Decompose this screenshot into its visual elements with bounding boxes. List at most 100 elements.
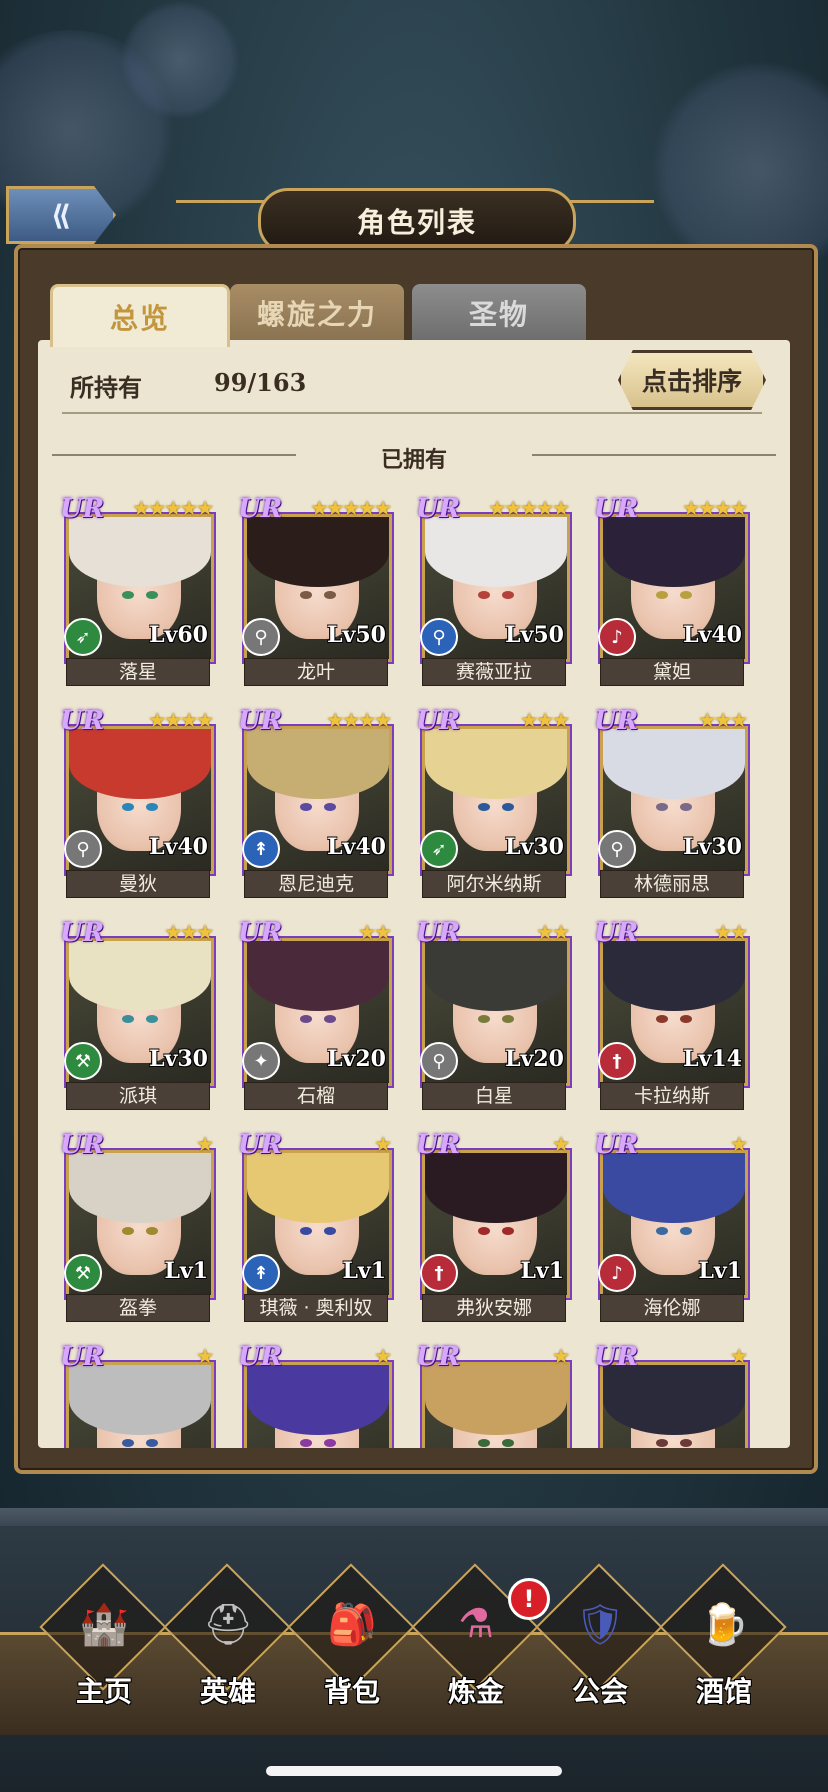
star-rating: ★★★★ <box>682 496 748 520</box>
hero-card[interactable]: UR ★★★ ➶ Lv30 阿尔米纳斯 <box>416 706 570 900</box>
alchemy-alert-badge: ! <box>508 1578 550 1620</box>
hero-level: Lv14 <box>683 1046 742 1072</box>
rarity-label: UR <box>416 1342 461 1372</box>
hero-card[interactable]: UR ★ ♪ Lv1 海伦娜 <box>594 1130 748 1324</box>
hero-card[interactable]: UR ★ <box>416 1342 570 1448</box>
rarity-label: UR <box>416 706 461 736</box>
hero-card[interactable]: UR ★ † Lv1 弗狄安娜 <box>416 1130 570 1324</box>
hero-card[interactable]: UR ★★★★ ⚲ Lv40 曼狄 <box>60 706 214 900</box>
back-arrow-icon: ⟪ <box>50 198 72 232</box>
tab-label: 螺旋之力 <box>256 298 377 331</box>
tab-relics[interactable]: 圣物 <box>412 284 586 342</box>
star-rating: ★★★ <box>698 708 748 732</box>
tab-spiral-power[interactable]: 螺旋之力 <box>230 284 404 342</box>
rarity-label: UR <box>238 706 283 736</box>
tab-overview[interactable]: 总览 <box>50 284 230 347</box>
hero-eye <box>501 1439 514 1447</box>
nav-label: 炼金 <box>447 1675 504 1708</box>
beer-icon: 🍺 <box>699 1601 749 1648</box>
hero-eye <box>478 591 491 599</box>
hero-eye <box>122 1227 135 1235</box>
hero-card[interactable]: UR ★★★★ ↟ Lv40 恩尼迪克 <box>238 706 392 900</box>
hero-card[interactable]: UR ★★★★ ♪ Lv40 黛妲 <box>594 494 748 688</box>
hero-card[interactable]: UR ★ ⚒ Lv1 盔拳 <box>60 1130 214 1324</box>
nav-item-shield[interactable]: 🛡 公会 <box>535 1563 663 1710</box>
hero-card[interactable]: UR ★★★★★ ⚲ Lv50 龙叶 <box>238 494 392 688</box>
hero-card[interactable]: UR ★ <box>60 1342 214 1448</box>
hero-hair <box>69 1365 211 1435</box>
hero-eye <box>145 1227 158 1235</box>
hero-level: Lv1 <box>342 1258 386 1284</box>
nav-item-helmet[interactable]: ⛑ 英雄 <box>163 1563 291 1710</box>
hero-portrait <box>600 1362 748 1448</box>
hero-portrait <box>422 1362 570 1448</box>
gun-icon: ✦ <box>242 1042 280 1080</box>
rarity-label: UR <box>60 1342 105 1372</box>
rarity-label: UR <box>416 494 461 524</box>
star-rating: ★★★★★ <box>310 496 392 520</box>
bow-icon: ➶ <box>420 830 458 868</box>
hero-eye <box>323 803 336 811</box>
hero-card[interactable]: UR ★★★ ⚒ Lv30 派琪 <box>60 918 214 1112</box>
tab-label: 圣物 <box>468 298 529 331</box>
hero-card[interactable]: UR ★ <box>594 1342 748 1448</box>
rarity-label: UR <box>416 1130 461 1160</box>
hero-name: 派琪 <box>66 1082 210 1110</box>
hero-eye <box>656 803 669 811</box>
hero-hair <box>69 729 211 799</box>
hero-card[interactable]: UR ★★★ ⚲ Lv30 林德丽思 <box>594 706 748 900</box>
hero-eye <box>656 591 669 599</box>
star-rating: ★ <box>374 1344 392 1368</box>
hero-hair <box>69 517 211 587</box>
hero-eye <box>501 803 514 811</box>
hero-eye <box>478 1015 491 1023</box>
hero-level: Lv40 <box>327 834 386 860</box>
hero-card[interactable]: UR ★★★★★ ➶ Lv60 落星 <box>60 494 214 688</box>
star-rating: ★★★★★ <box>488 496 570 520</box>
staff-icon: ⚲ <box>64 830 102 868</box>
hero-card[interactable]: UR ★ <box>238 1342 392 1448</box>
hero-card[interactable]: UR ★★ ⚲ Lv20 白星 <box>416 918 570 1112</box>
hero-card[interactable]: UR ★ ↟ Lv1 琪薇 · 奥利奴 <box>238 1130 392 1324</box>
star-rating: ★ <box>374 1132 392 1156</box>
tab-label: 总览 <box>109 302 170 335</box>
hero-card[interactable]: UR ★★★★★ ⚲ Lv50 赛薇亚拉 <box>416 494 570 688</box>
hero-level: Lv30 <box>505 834 564 860</box>
back-button[interactable]: ⟪ <box>6 186 116 244</box>
hero-name: 白星 <box>422 1082 566 1110</box>
bag-icon: 🎒 <box>327 1601 377 1648</box>
helmet-icon: ⛑ <box>202 1601 254 1648</box>
background-flower <box>120 0 240 120</box>
hero-eye <box>122 591 135 599</box>
nav-label: 公会 <box>571 1675 628 1708</box>
nav-item-beer[interactable]: 🍺 酒馆 <box>659 1563 787 1710</box>
rarity-label: UR <box>594 494 639 524</box>
hero-eye <box>323 1439 336 1447</box>
hero-eye <box>679 803 692 811</box>
hero-hair <box>247 517 389 587</box>
nav-item-bag[interactable]: 🎒 背包 <box>287 1563 415 1710</box>
sort-button[interactable]: 点击排序 <box>618 350 766 410</box>
hero-card[interactable]: UR ★★ ✦ Lv20 石榴 <box>238 918 392 1112</box>
hero-level: Lv30 <box>683 834 742 860</box>
hero-eye <box>145 1015 158 1023</box>
hero-eye <box>122 1439 135 1447</box>
star-rating: ★★★ <box>164 920 214 944</box>
hero-level: Lv1 <box>164 1258 208 1284</box>
star-rating: ★ <box>552 1132 570 1156</box>
hero-name: 石榴 <box>244 1082 388 1110</box>
bow-icon: ➶ <box>64 618 102 656</box>
hero-hair <box>425 1153 567 1223</box>
hero-list-content[interactable]: 所持有 99/163 点击排序 已拥有 UR ★★★★★ ➶ Lv60 落星 UR ★★★★… <box>38 340 790 1448</box>
hero-card[interactable]: UR ★★ † Lv14 卡拉纳斯 <box>594 918 748 1112</box>
hero-eye <box>679 1439 692 1447</box>
hero-eye <box>478 1439 491 1447</box>
hero-eye <box>145 803 158 811</box>
hero-eye <box>656 1015 669 1023</box>
nav-item-castle[interactable]: 🏰 主页 <box>39 1563 167 1710</box>
hero-hair <box>603 1365 745 1435</box>
hero-name: 卡拉纳斯 <box>600 1082 744 1110</box>
shield-icon: 🛡 <box>574 1601 626 1648</box>
hero-name: 弗狄安娜 <box>422 1294 566 1322</box>
axe-icon: ⚒ <box>64 1254 102 1292</box>
